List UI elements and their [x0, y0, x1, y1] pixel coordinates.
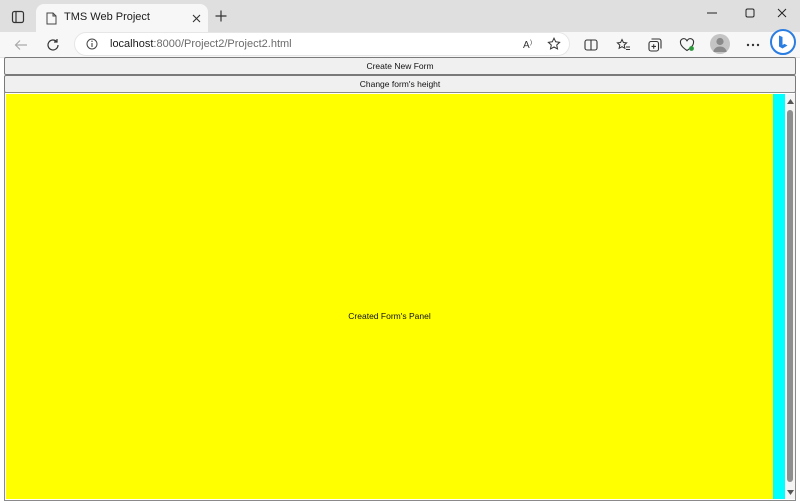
- tab-title: TMS Web Project: [64, 11, 150, 23]
- url-text: localhost:8000/Project2/Project2.html: [110, 38, 292, 50]
- plus-icon[interactable]: [212, 7, 230, 25]
- page-icon: [44, 10, 58, 26]
- form-frame: Created Form's Panel: [4, 92, 796, 501]
- window-close-icon[interactable]: [762, 0, 800, 26]
- favorites-icon[interactable]: [612, 35, 634, 55]
- url-host: localhost: [110, 38, 154, 50]
- bing-copilot-icon[interactable]: [770, 29, 796, 55]
- svg-text:A: A: [523, 40, 530, 50]
- collections-icon[interactable]: [644, 35, 666, 55]
- browser-essentials-icon[interactable]: [676, 35, 698, 55]
- tab-actions-icon[interactable]: [8, 7, 28, 27]
- panel-caption: Created Form's Panel: [348, 311, 431, 321]
- cyan-strip: [773, 94, 785, 499]
- minimize-icon[interactable]: [692, 0, 732, 26]
- more-icon[interactable]: [742, 35, 764, 55]
- browser-toolbar: localhost:8000/Project2/Project2.html A): [0, 29, 800, 58]
- url-path: :8000/Project2/Project2.html: [153, 38, 292, 50]
- close-icon[interactable]: [189, 11, 203, 25]
- split-screen-icon[interactable]: [580, 35, 602, 55]
- info-icon[interactable]: [85, 37, 99, 51]
- create-new-form-button[interactable]: Create New Form: [4, 57, 796, 75]
- change-form-height-button[interactable]: Change form's height: [4, 75, 796, 93]
- created-form-panel: Created Form's Panel: [6, 94, 773, 499]
- tab-strip: TMS Web Project: [0, 0, 800, 32]
- scroll-up-arrow-icon[interactable]: [785, 96, 795, 106]
- refresh-icon[interactable]: [42, 35, 64, 55]
- scroll-thumb[interactable]: [787, 110, 793, 482]
- address-bar[interactable]: localhost:8000/Project2/Project2.html A): [74, 32, 570, 56]
- browser-tab[interactable]: TMS Web Project: [36, 4, 208, 32]
- profile-icon[interactable]: [710, 34, 730, 54]
- vertical-scrollbar[interactable]: [785, 94, 795, 499]
- back-icon[interactable]: [10, 35, 32, 55]
- scroll-down-arrow-icon[interactable]: [785, 487, 795, 497]
- favorite-star-icon[interactable]: [543, 34, 565, 54]
- svg-text:): ): [530, 40, 532, 46]
- read-aloud-icon[interactable]: A): [519, 34, 541, 54]
